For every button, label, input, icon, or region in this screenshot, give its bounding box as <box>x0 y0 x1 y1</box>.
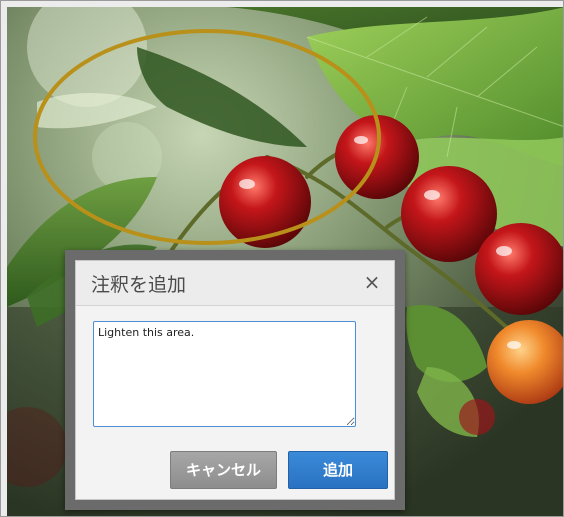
add-note-dialog-overlay: 注釈を追加 × Lighten this area. キャンセル 追加 <box>65 250 405 510</box>
dialog-header: 注釈を追加 × <box>76 261 394 306</box>
note-textarea[interactable]: Lighten this area. <box>93 321 356 427</box>
add-button[interactable]: 追加 <box>288 451 388 489</box>
add-note-dialog: 注釈を追加 × Lighten this area. キャンセル 追加 <box>75 260 395 500</box>
image-viewer-frame: 注釈を追加 × Lighten this area. キャンセル 追加 <box>0 0 564 517</box>
cancel-button[interactable]: キャンセル <box>170 451 277 489</box>
dialog-title: 注釈を追加 <box>91 274 187 296</box>
close-icon[interactable]: × <box>362 270 382 294</box>
